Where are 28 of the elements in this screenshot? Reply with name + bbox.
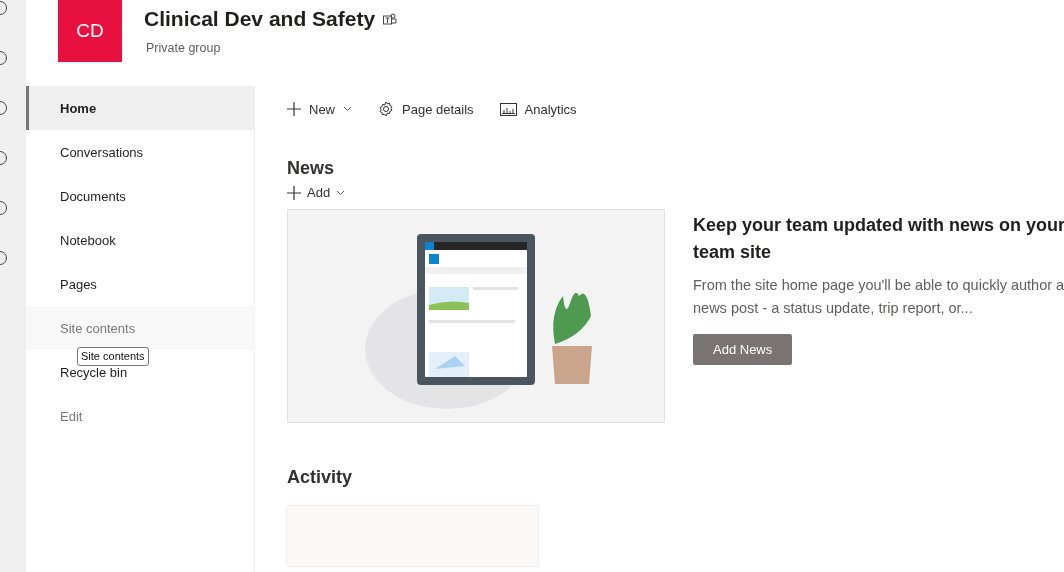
plus-icon [287,185,301,200]
nav-item[interactable]: Notebook [60,232,116,248]
tooltip: Site contents [77,347,149,366]
promo-text: From the site home page you'll be able to quickly author a news post - a status update, trip report, or... [693,276,1064,318]
toolbar-button[interactable]: New [287,101,352,117]
nav-item[interactable]: Pages [60,276,97,292]
nav-item[interactable]: Recycle bin [60,364,128,380]
nav-item[interactable]: Home [60,100,97,116]
settings-icon [378,101,394,117]
chevron-down-icon [336,189,346,196]
section-title: News [287,158,336,179]
toolbar-button[interactable]: Page details [378,101,474,117]
nav-item[interactable]: Documents [60,188,126,204]
nav-item[interactable]: Conversations [60,144,144,160]
add-news-button[interactable]: Add News [693,334,793,365]
promo-heading: Keep your team updated with news on your team site [693,214,1064,264]
teams-icon [383,12,398,26]
chart-icon [499,102,517,116]
nav-item[interactable]: Site contents [60,320,136,336]
site-logo: CD [58,0,122,62]
site-subtitle: Private group [146,41,222,55]
section-title: Activity [287,467,354,488]
chevron-down-icon [343,106,352,112]
add-button[interactable]: Add [287,185,1064,200]
edit-link[interactable]: Edit [60,408,83,424]
site-title: Clinical Dev and Safety [144,7,376,31]
toolbar-button[interactable]: Analytics [499,101,577,117]
plus-icon [287,102,301,116]
